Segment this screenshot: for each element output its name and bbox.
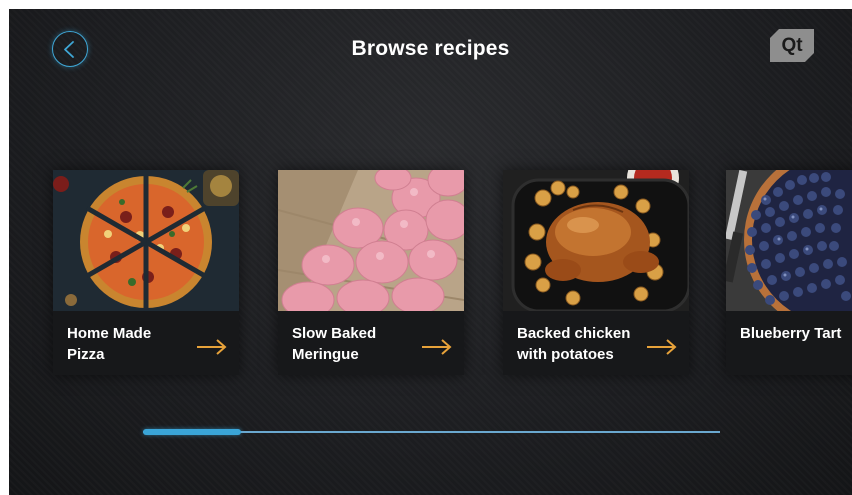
arrow-right-icon[interactable] <box>421 338 453 356</box>
recipe-card-meringue[interactable]: Slow Baked Meringue <box>278 170 464 375</box>
recipe-card-blueberry-tart[interactable]: Blueberry Tart <box>726 170 852 375</box>
recipe-title: Home Made Pizza <box>67 323 187 365</box>
arrow-right-icon[interactable] <box>196 338 228 356</box>
recipe-title-line2: with potatoes <box>517 346 614 363</box>
recipe-title-line1: Blueberry Tart <box>740 325 842 342</box>
recipe-title: Blueberry Tart <box>740 323 852 344</box>
carousel-scroll-indicator[interactable] <box>143 429 241 435</box>
recipe-title-line1: Backed chicken <box>517 325 631 342</box>
recipe-card-pizza[interactable]: Home Made Pizza <box>53 170 239 375</box>
recipe-title-line2: Pizza <box>67 346 105 363</box>
qt-logo: Qt <box>770 29 814 62</box>
recipe-title: Slow Baked Meringue <box>292 323 412 365</box>
page-title: Browse recipes <box>351 37 510 60</box>
meringue-photo <box>278 170 464 311</box>
roast-chicken-photo <box>503 170 689 311</box>
recipe-title-line2: Meringue <box>292 346 359 363</box>
blueberry-tart-photo <box>726 170 852 311</box>
recipe-carousel[interactable]: Home Made Pizza Slow Baked Meringue Back… <box>9 170 852 375</box>
arrow-right-icon[interactable] <box>646 338 678 356</box>
pizza-photo <box>53 170 239 311</box>
recipe-title-line1: Home Made <box>67 325 152 342</box>
recipe-browser-screen: Browse recipes Qt Home Made Pizza Slow B… <box>9 9 852 495</box>
recipe-title: Backed chicken with potatoes <box>517 323 637 365</box>
recipe-title-line1: Slow Baked <box>292 325 377 342</box>
recipe-card-chicken[interactable]: Backed chicken with potatoes <box>503 170 689 375</box>
